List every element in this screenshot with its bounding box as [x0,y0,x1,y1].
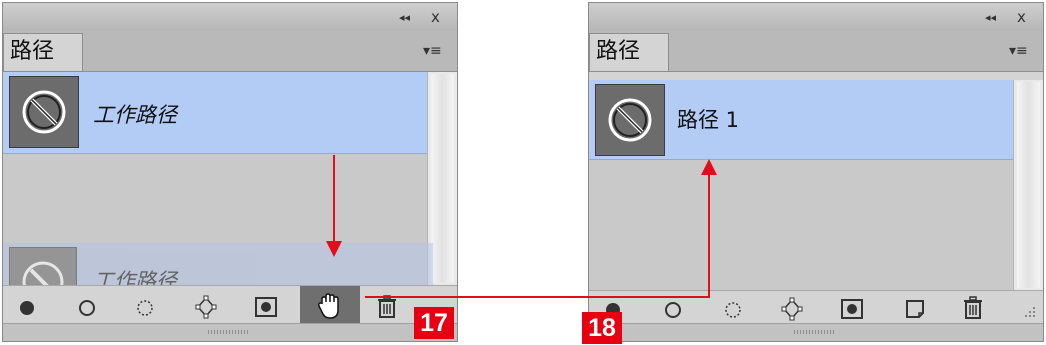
new-path-icon[interactable] [903,297,927,321]
connector-horizontal-line [365,296,710,298]
paths-list: 路径 1 [589,80,1013,290]
panel-titlebar: ◂◂ x [589,3,1043,32]
left-paths-panel: ◂◂ x 路径 ▾≡ 工作路径 工作路径 [2,2,458,342]
step-badge-18: 18 [582,312,622,344]
path-row-work-path[interactable]: 工作路径 [3,72,427,154]
drag-arrow-line [333,155,335,245]
step-badge-17: 17 [414,307,454,339]
connector-vertical-line [708,170,710,298]
vertical-scrollbar[interactable] [1013,80,1043,290]
fill-path-icon[interactable] [15,296,39,320]
make-work-path-icon[interactable] [779,296,805,322]
add-mask-icon[interactable] [839,297,865,321]
panel-menu-button[interactable]: ▾≡ [423,43,442,59]
make-work-path-icon[interactable] [193,294,219,320]
panel-resize-strip[interactable] [589,323,1043,341]
no-symbol-icon [608,98,652,142]
path-thumbnail [595,84,665,156]
stroke-path-icon[interactable] [661,298,685,322]
path-row-label: 工作路径 [93,103,177,127]
resize-corner-icon[interactable] [1021,305,1037,321]
panel-tab-row: 路径 ▾≡ [589,31,1043,72]
add-mask-icon[interactable] [253,295,279,319]
stroke-path-icon[interactable] [75,296,99,320]
panel-tab-row: 路径 ▾≡ [3,31,457,72]
resize-grip[interactable] [208,330,250,334]
scrollbar-track [1017,82,1040,288]
collapse-panel-button[interactable]: ◂◂ [399,11,410,24]
load-selection-icon[interactable] [133,296,157,320]
panel-bottom-toolbar [3,285,457,326]
arrow-head-up-icon [701,159,717,175]
right-paths-panel: ◂◂ x 路径 ▾≡ 路径 1 [588,2,1044,342]
path-row-label: 路径 1 [677,108,740,132]
close-panel-button[interactable]: x [1017,8,1026,26]
path-row-path-1[interactable]: 路径 1 [589,80,1013,160]
scrollbar-track [431,74,454,283]
no-symbol-icon [22,90,66,134]
path-thumbnail [9,76,79,148]
tab-paths[interactable]: 路径 [3,33,83,71]
tab-paths[interactable]: 路径 [589,33,669,71]
resize-grip[interactable] [794,330,836,334]
close-panel-button[interactable]: x [431,8,440,26]
hand-cursor-icon [318,293,339,319]
panel-menu-button[interactable]: ▾≡ [1009,43,1028,59]
arrow-head-down-icon [326,241,342,257]
trash-icon[interactable] [961,296,985,322]
panel-titlebar: ◂◂ x [3,3,457,32]
panel-resize-strip[interactable] [3,323,457,341]
load-selection-icon[interactable] [721,298,745,322]
trash-icon[interactable] [375,295,399,321]
collapse-panel-button[interactable]: ◂◂ [985,11,996,24]
